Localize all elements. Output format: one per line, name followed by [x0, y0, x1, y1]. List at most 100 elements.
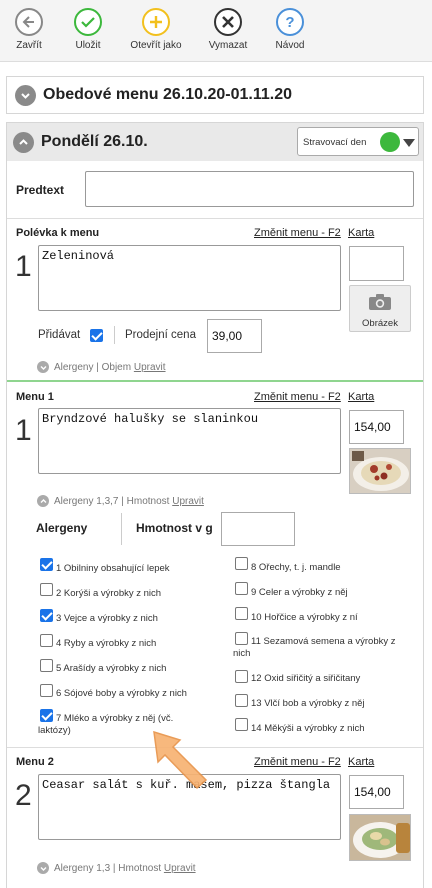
divider: [121, 513, 122, 545]
soup-label: Polévka k menu: [16, 227, 100, 239]
menu1-number: 1: [15, 414, 32, 447]
add-checkbox[interactable]: [90, 329, 103, 342]
meal-day-select-label: Stravovací den: [303, 137, 367, 148]
chevron-down-icon: [37, 862, 49, 874]
delete-button[interactable]: Vymazat: [206, 8, 250, 51]
menu1-text-field[interactable]: Bryndzové halušky se slaninkou: [38, 408, 341, 474]
toolbar: Zavřít Uložit Otevřít jako Vymazat ? Náv…: [0, 0, 432, 62]
menu1-food-image[interactable]: [349, 448, 411, 494]
menu2-edit-link[interactable]: Upravit: [164, 863, 196, 874]
x-icon: [214, 8, 242, 36]
camera-icon: [369, 294, 391, 310]
allergen-8-checkbox[interactable]: [235, 557, 248, 570]
allergen-3-label: 3 Vejce a výrobky z nich: [56, 613, 158, 624]
weight-label: Hmotnost v g: [136, 521, 213, 535]
allergen-14-checkbox[interactable]: [235, 718, 248, 731]
allergen-5-label: 5 Arašídy a výrobky z nich: [56, 663, 167, 674]
day-header: Pondělí 26.10. Stravovací den: [7, 123, 423, 161]
allergen-10-checkbox[interactable]: [235, 607, 248, 620]
meal-day-select[interactable]: Stravovací den: [297, 127, 419, 156]
chevron-up-icon[interactable]: [13, 132, 34, 153]
allergen-14-label: 14 Měkýši a výrobky z nich: [251, 723, 365, 734]
back-arrow-icon: [15, 8, 43, 36]
menu2-card-link[interactable]: Karta: [348, 756, 374, 768]
allergen-1-checkbox[interactable]: [40, 558, 53, 571]
menu2-change-menu-link[interactable]: Změnit menu - F2: [254, 756, 341, 768]
weight-input[interactable]: [221, 512, 295, 546]
allergen-10-label: 10 Hořčice a výrobky z ní: [251, 612, 358, 623]
soup-edit-link[interactable]: Upravit: [134, 362, 166, 373]
predtext-field[interactable]: [85, 171, 414, 207]
help-label: Návod: [275, 40, 305, 51]
soup-allergens-toggle[interactable]: Alergeny | Objem Upravit: [37, 361, 166, 373]
question-icon: ?: [276, 8, 304, 36]
predtext-label: Predtext: [16, 183, 65, 197]
day-title: Pondělí 26.10.: [41, 133, 148, 150]
dropdown-arrow-icon: [403, 139, 415, 147]
chevron-up-icon: [37, 495, 49, 507]
allergen-6-checkbox[interactable]: [40, 684, 53, 697]
image-button-label: Obrázek: [362, 318, 398, 329]
allergen-9-checkbox[interactable]: [235, 582, 248, 595]
allergen-11-label: 11 Sezamová semena a výrobky z nich: [233, 636, 396, 659]
soup-extra-box[interactable]: [349, 246, 404, 281]
divider: [7, 747, 423, 748]
soup-allergens-text: Alergeny | Objem: [54, 361, 132, 373]
soup-text-field[interactable]: Zeleninová: [38, 245, 341, 311]
allergen-4-label: 4 Ryby a výrobky z nich: [56, 638, 157, 649]
allergen-13-label: 13 Vlčí bob a výrobky z něj: [251, 698, 365, 709]
menu2-allergens-text: Alergeny 1,3 | Hmotnost: [54, 862, 162, 874]
close-button[interactable]: Zavřít: [14, 8, 44, 51]
chevron-down-icon: [37, 361, 49, 373]
allergen-6-label: 6 Sójové boby a výrobky z nich: [56, 688, 187, 699]
divider: [114, 326, 115, 344]
annotation-arrow-icon: [153, 730, 208, 790]
menu1-allergens-text: Alergeny 1,3,7 | Hmotnost: [54, 495, 170, 507]
menu1-card-link[interactable]: Karta: [348, 391, 374, 403]
menu1-label: Menu 1: [16, 391, 54, 403]
plus-icon: [142, 8, 170, 36]
open-as-button[interactable]: Otevřít jako: [128, 8, 184, 51]
allergen-12-label: 12 Oxid siřičitý a siřičitany: [251, 673, 361, 684]
allergen-8-label: 8 Ořechy, t. j. mandle: [251, 562, 341, 573]
close-label: Zavřít: [16, 40, 42, 51]
allergen-12-checkbox[interactable]: [235, 670, 248, 683]
menu2-food-image[interactable]: [349, 814, 411, 861]
status-dot: [380, 132, 400, 152]
menu2-price-input[interactable]: [349, 775, 404, 809]
section-divider-green: [7, 380, 423, 382]
menu1-edit-link[interactable]: Upravit: [172, 496, 204, 507]
save-label: Uložit: [75, 40, 101, 51]
soup-number: 1: [15, 250, 32, 283]
soup-change-menu-link[interactable]: Změnit menu - F2: [254, 227, 341, 239]
allergen-2-label: 2 Korýši a výrobky z nich: [56, 588, 162, 599]
allergens-header: Alergeny: [36, 521, 88, 535]
add-label: Přidávat: [38, 329, 81, 341]
price-label: Prodejní cena: [125, 329, 196, 341]
menu2-number: 2: [15, 779, 32, 812]
soup-card-link[interactable]: Karta: [348, 227, 374, 239]
menu2-label: Menu 2: [16, 756, 54, 768]
allergen-2-checkbox[interactable]: [40, 583, 53, 596]
allergen-4-checkbox[interactable]: [40, 634, 53, 647]
menu1-change-menu-link[interactable]: Změnit menu - F2: [254, 391, 341, 403]
weekly-menu-title: Obedové menu 26.10.20-01.11.20: [43, 86, 293, 103]
delete-label: Vymazat: [208, 40, 248, 51]
allergen-3-checkbox[interactable]: [40, 609, 53, 622]
allergen-1-label: 1 Obilniny obsahující lepek: [56, 563, 170, 574]
allergen-13-checkbox[interactable]: [235, 694, 248, 707]
allergen-5-checkbox[interactable]: [40, 659, 53, 672]
chevron-down-icon[interactable]: [15, 85, 36, 106]
save-button[interactable]: Uložit: [72, 8, 104, 51]
menu1-allergens-toggle[interactable]: Alergeny 1,3,7 | Hmotnost Upravit: [37, 495, 204, 507]
divider: [7, 218, 423, 219]
help-button[interactable]: ? Návod: [274, 8, 306, 51]
checkmark-icon: [74, 8, 102, 36]
image-button[interactable]: Obrázek: [349, 285, 411, 332]
menu2-allergens-toggle[interactable]: Alergeny 1,3 | Hmotnost Upravit: [37, 862, 196, 874]
weekly-menu-header[interactable]: Obedové menu 26.10.20-01.11.20: [6, 76, 424, 114]
soup-price-input[interactable]: [207, 319, 262, 353]
menu1-price-input[interactable]: [349, 410, 404, 444]
open-as-label: Otevřít jako: [130, 40, 182, 51]
allergen-9-label: 9 Celer a výrobky z něj: [251, 587, 348, 598]
